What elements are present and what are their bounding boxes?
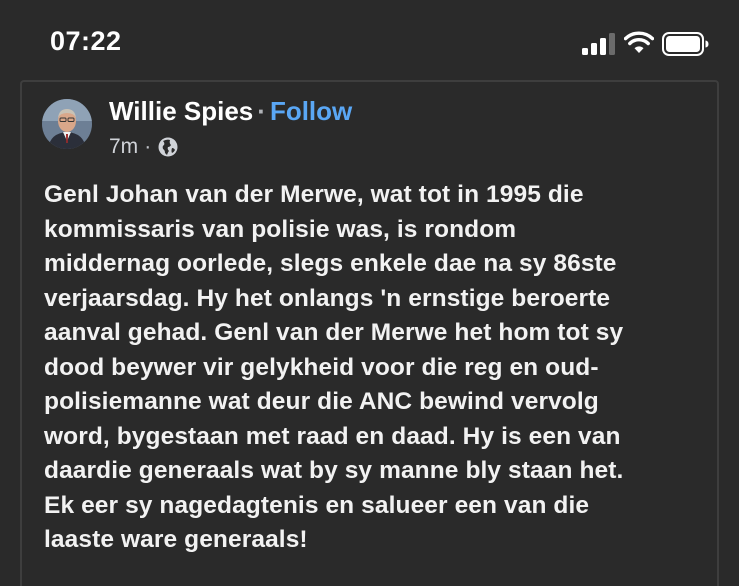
globe-icon	[158, 137, 178, 157]
cellular-signal-icon	[582, 33, 615, 55]
author-line: Willie Spies · Follow	[109, 96, 352, 127]
author-avatar[interactable]	[42, 99, 92, 149]
post-text-line: aanval gehad. Genl van der Merwe het hom…	[44, 319, 624, 346]
avatar-photo	[42, 99, 92, 149]
battery-icon	[662, 32, 709, 56]
post-timestamp[interactable]: 7m	[109, 135, 138, 159]
status-bar: 07:22	[0, 0, 739, 80]
post-text-line: verjaarsdag. Hy het onlangs 'n ernstige …	[44, 284, 611, 312]
post-text-line: word, bygestaan met raad en daad. Hy is …	[44, 422, 621, 450]
post-text-line: Genl Johan van der Merwe, wat tot in 199…	[44, 181, 584, 208]
post-text-line: laaste ware generaals!	[44, 526, 308, 553]
author-name[interactable]: Willie Spies	[109, 96, 253, 126]
post-card: Willie Spies · Follow 7m · Genl Johan van …	[20, 80, 719, 586]
follow-button[interactable]: Follow	[270, 96, 352, 126]
wifi-icon	[624, 31, 654, 53]
status-time: 07:22	[50, 26, 122, 56]
meta-separator: ·	[144, 135, 152, 158]
post-text-line: middernag oorlede, slegs enkele dae na s…	[44, 250, 617, 277]
post-text-line: kommissaris van polisie was, is rondom	[44, 215, 517, 243]
post-meta: 7m ·	[109, 135, 179, 159]
post-text-line: polisiemanne wat deur die ANC bewind ver…	[44, 388, 599, 415]
post-text-line: daardie generaals wat by sy manne bly st…	[44, 457, 624, 484]
post-text-line: Ek eer sy nagedagtenis en salueer een va…	[44, 491, 590, 519]
post-body: Genl Johan van der Merwe, wat tot in 199…	[44, 178, 714, 558]
post-text-line: dood beywer vir gelykheid voor die reg e…	[44, 353, 599, 381]
author-separator: ·	[257, 96, 266, 126]
